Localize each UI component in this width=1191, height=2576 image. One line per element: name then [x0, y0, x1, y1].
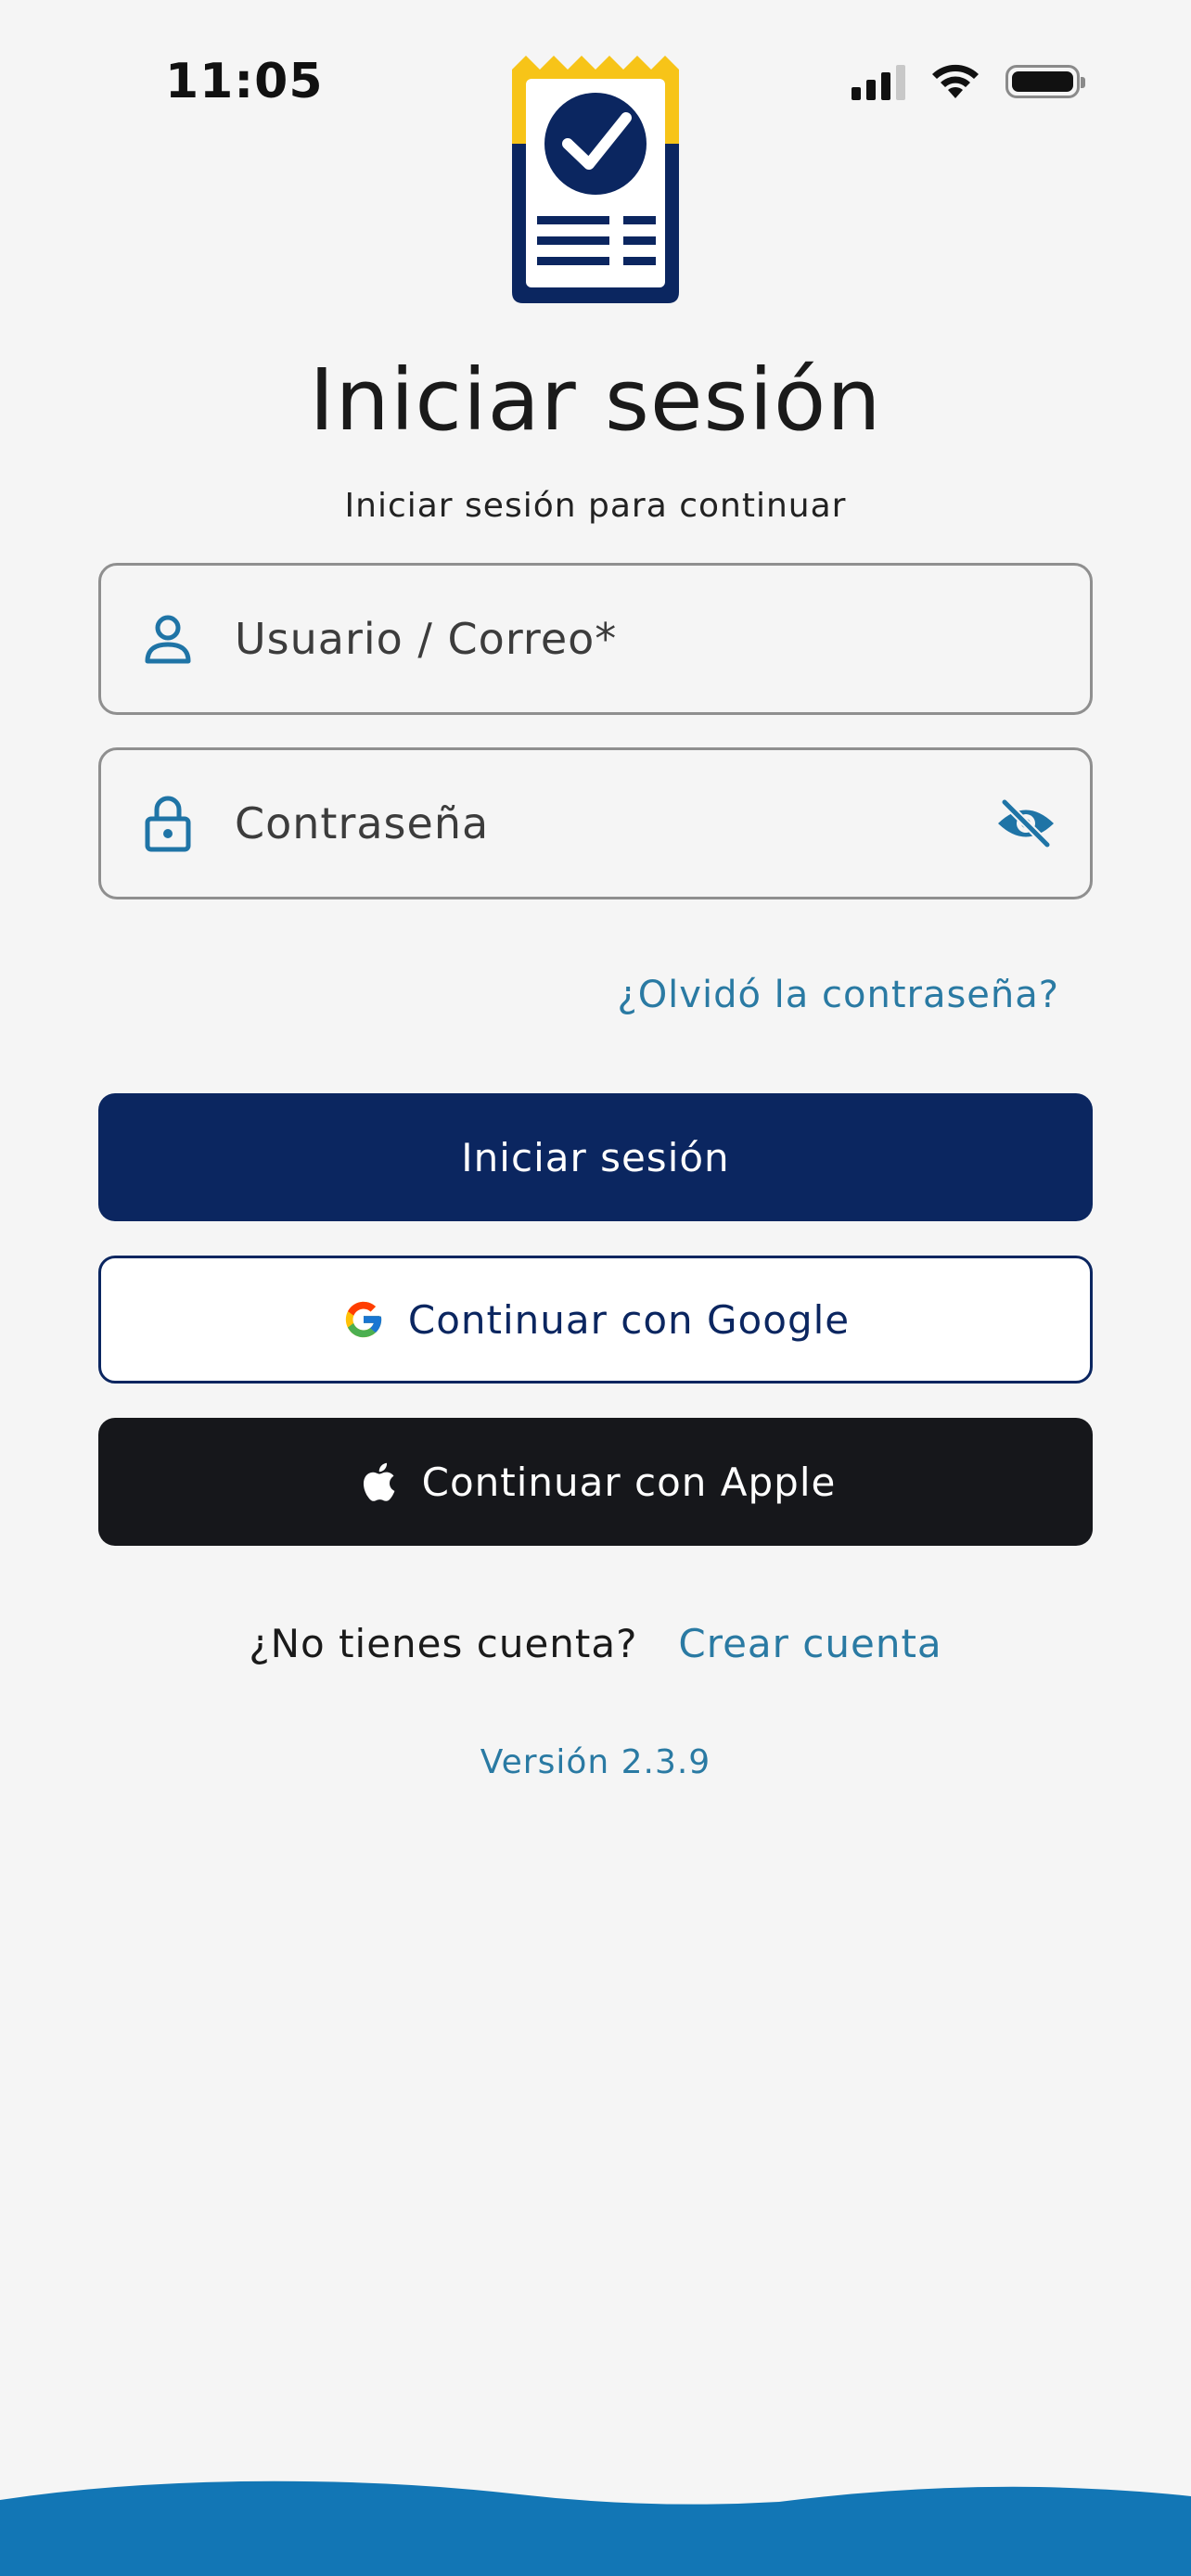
lock-icon: [140, 796, 196, 852]
login-button[interactable]: Iniciar sesión: [98, 1093, 1093, 1221]
forgot-password-link[interactable]: ¿Olvidó la contraseña?: [617, 974, 1059, 1016]
eye-off-icon[interactable]: [993, 796, 1058, 851]
password-input[interactable]: [233, 797, 960, 849]
page-title: Iniciar sesión: [309, 351, 882, 450]
apple-button-label: Continuar con Apple: [421, 1459, 837, 1505]
signup-question: ¿No tienes cuenta?: [249, 1621, 638, 1666]
username-input[interactable]: [233, 613, 960, 665]
google-icon: [341, 1297, 386, 1342]
google-signin-button[interactable]: Continuar con Google: [98, 1256, 1093, 1384]
wifi-icon: [932, 64, 979, 98]
signup-row: ¿No tienes cuenta? Crear cuenta: [0, 1621, 1191, 1666]
password-field[interactable]: [98, 747, 1093, 899]
username-field[interactable]: [98, 563, 1093, 715]
create-account-link[interactable]: Crear cuenta: [678, 1621, 941, 1666]
status-time: 11:05: [165, 54, 324, 109]
status-icons: [852, 63, 1085, 100]
decorative-wave: [0, 2480, 1191, 2576]
page-subtitle: Iniciar sesión para continuar: [344, 487, 847, 525]
login-button-label: Iniciar sesión: [461, 1134, 730, 1180]
login-screen: 11:05 Iniciar sesión Iniciar sesión para…: [0, 0, 1191, 2576]
battery-icon: [1005, 65, 1085, 98]
app-version: Versión 2.3.9: [480, 1743, 711, 1781]
apple-icon: [355, 1460, 400, 1504]
apple-signin-button[interactable]: Continuar con Apple: [98, 1418, 1093, 1546]
cellular-signal-icon: [852, 63, 905, 100]
user-icon: [140, 611, 196, 667]
google-button-label: Continuar con Google: [407, 1296, 851, 1343]
receipt-check-icon: [512, 56, 679, 303]
